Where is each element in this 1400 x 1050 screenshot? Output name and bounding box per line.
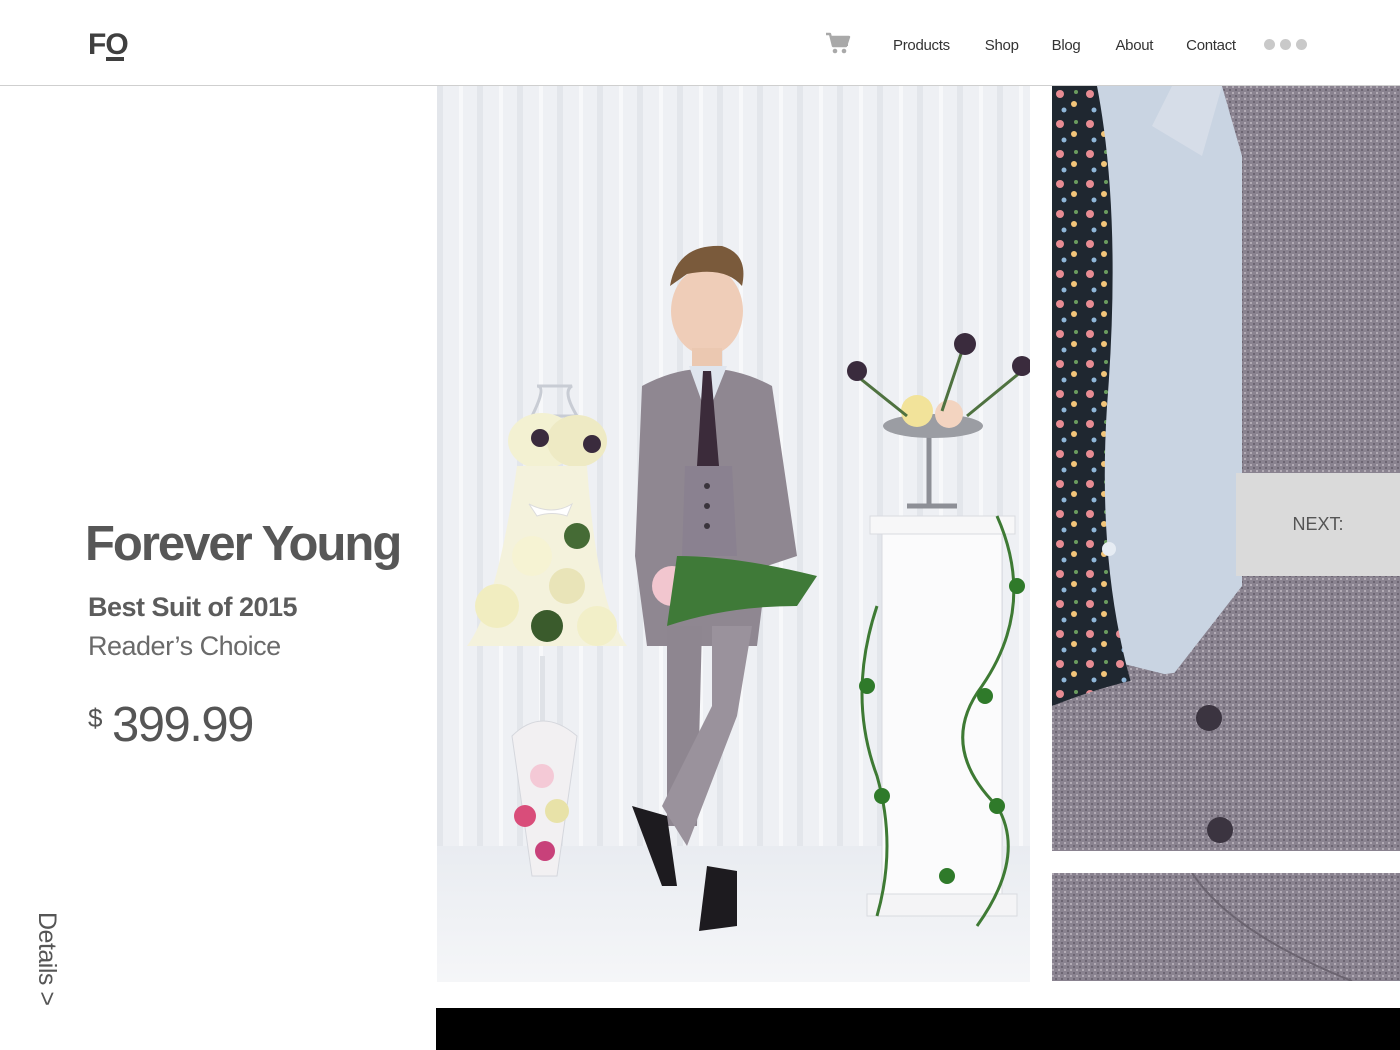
next-button[interactable]: NEXT: [1236, 473, 1400, 576]
dot [1296, 39, 1307, 50]
nav-contact[interactable]: Contact [1186, 37, 1236, 54]
product-price: 399.99 [112, 698, 254, 752]
footer-bar [436, 1008, 1400, 1050]
main-nav: Products Shop Blog About Contact [893, 35, 1236, 55]
dot [1280, 39, 1291, 50]
main-product-photo [437, 86, 1030, 982]
dot [1264, 39, 1275, 50]
cart-icon[interactable] [825, 32, 851, 56]
three-dots-icon[interactable] [1264, 39, 1307, 50]
details-link[interactable]: Details > [31, 912, 61, 1022]
page: FO Products Shop Blog About Contact Fore… [0, 0, 1400, 1050]
detail-photo-fabric [1052, 873, 1400, 981]
nav-about[interactable]: About [1115, 37, 1153, 54]
product-subaward: Reader’s Choice [88, 631, 281, 661]
nav-products[interactable]: Products [893, 37, 950, 54]
nav-blog[interactable]: Blog [1052, 37, 1081, 54]
logo-underline [106, 57, 124, 61]
product-title: Forever Young [85, 517, 402, 571]
nav-shop[interactable]: Shop [985, 37, 1019, 54]
price-currency: $ [88, 703, 103, 733]
detail-photo-jacket [1052, 86, 1400, 851]
product-award: Best Suit of 2015 [88, 592, 298, 622]
top-navbar: FO Products Shop Blog About Contact [0, 0, 1400, 86]
logo-text: FO [88, 28, 129, 61]
logo[interactable]: FO [88, 28, 129, 64]
